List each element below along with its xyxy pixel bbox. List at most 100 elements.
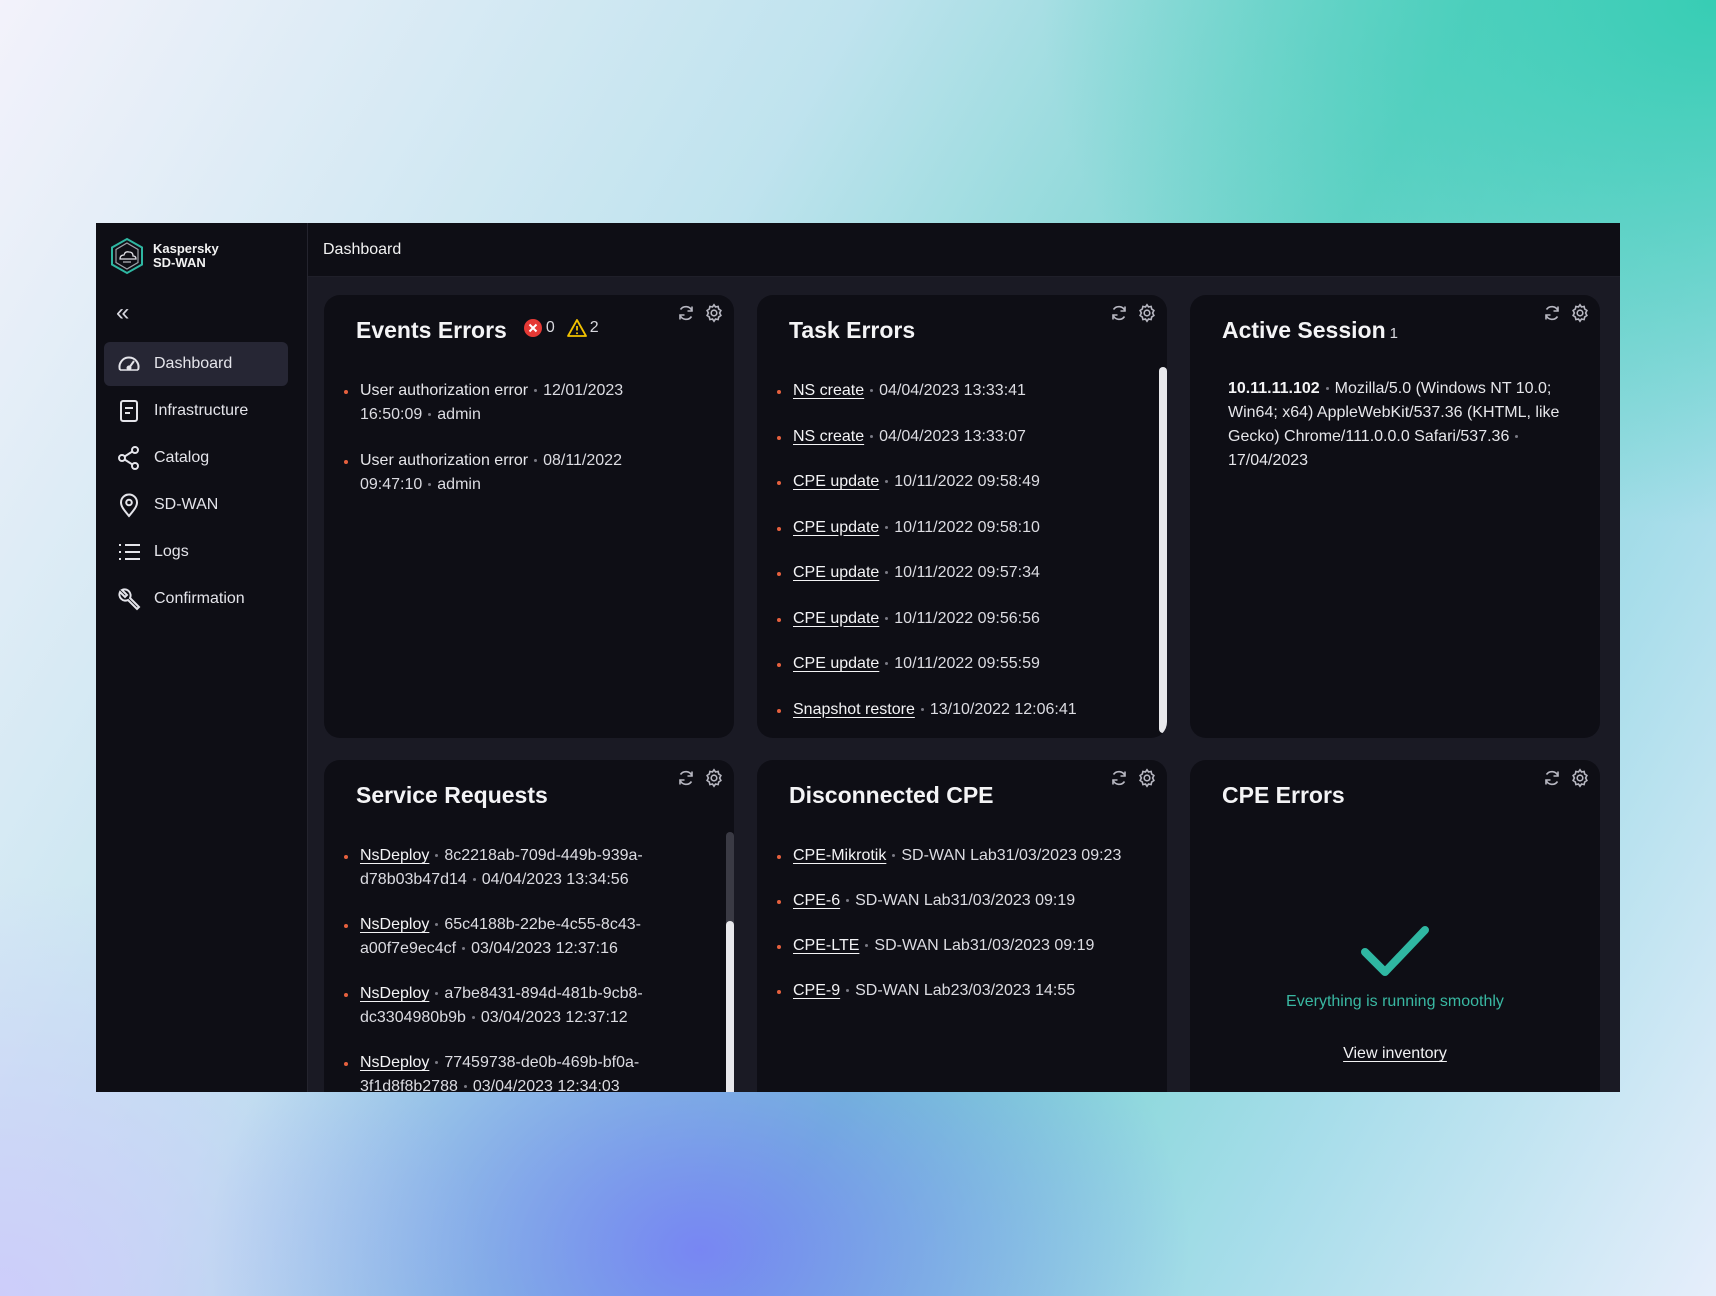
- session-count: 1: [1389, 325, 1398, 342]
- warning-count-badge[interactable]: 2: [566, 318, 599, 338]
- task-link[interactable]: CPE update: [793, 564, 879, 581]
- task-link[interactable]: CPE update: [793, 473, 879, 490]
- checkmark-icon: [1361, 926, 1429, 976]
- refresh-icon[interactable]: [676, 303, 696, 323]
- brand[interactable]: Kaspersky SD-WAN: [109, 237, 219, 275]
- nav-label: Confirmation: [154, 590, 245, 607]
- request-link[interactable]: NsDeploy: [360, 985, 429, 1002]
- nav-item-logs[interactable]: Logs: [104, 530, 288, 574]
- task-time: 04/04/2023 13:33:07: [879, 427, 1026, 445]
- gear-icon[interactable]: [1570, 303, 1590, 323]
- task-time: 10/11/2022 09:56:56: [894, 609, 1040, 627]
- list-item: CPE-9 SD-WAN Lab23/03/2023 14:55: [775, 979, 1147, 1003]
- nav-label: Infrastructure: [154, 402, 249, 419]
- task-link[interactable]: NS create: [793, 428, 864, 445]
- request-link[interactable]: NsDeploy: [360, 916, 429, 933]
- task-time: 10/11/2022 09:55:59: [894, 655, 1040, 672]
- list-icon: [119, 544, 140, 560]
- wrench-icon: [118, 588, 141, 611]
- gear-icon[interactable]: [704, 303, 724, 323]
- card-tools: [1109, 303, 1157, 323]
- request-id-tail: 3f1d8f8b2788: [360, 1078, 458, 1092]
- cpe-location: SD-WAN Lab: [855, 892, 951, 909]
- list-item[interactable]: User authorization error 12/01/2023 16:50…: [342, 379, 714, 427]
- list-item: CPE-Mikrotik SD-WAN Lab31/03/2023 09:23: [775, 844, 1147, 868]
- event-user: admin: [437, 406, 481, 423]
- refresh-icon[interactable]: [1109, 768, 1129, 788]
- cpe-time: 23/03/2023 14:55: [950, 982, 1076, 999]
- task-link[interactable]: Snapshot restore: [793, 701, 915, 718]
- gear-icon[interactable]: [1137, 768, 1157, 788]
- task-link[interactable]: CPE update: [793, 519, 879, 536]
- request-link[interactable]: NsDeploy: [360, 1054, 429, 1071]
- error-count-badge[interactable]: 0: [523, 318, 555, 338]
- request-id: 77459738-de0b-469b-bf0a-: [444, 1054, 640, 1071]
- gear-icon[interactable]: [1570, 768, 1590, 788]
- refresh-icon[interactable]: [1109, 303, 1129, 323]
- events-errors-card: Events Errors 0 2 User authorization err…: [324, 295, 734, 738]
- card-title: Events Errors: [356, 317, 507, 343]
- card-tools: [676, 768, 724, 788]
- task-link[interactable]: NS create: [793, 382, 864, 399]
- refresh-icon[interactable]: [1542, 768, 1562, 788]
- nav-item-sd-wan[interactable]: SD-WAN: [104, 483, 288, 527]
- service-requests-card: Service Requests NsDeploy 8c2218ab-709d-4…: [324, 760, 734, 1092]
- all-clear-state: Everything is running smoothly View inve…: [1190, 922, 1600, 1063]
- cpe-link[interactable]: CPE-9: [793, 982, 840, 999]
- card-title: Active Session: [1222, 317, 1386, 343]
- nav-item-catalog[interactable]: Catalog: [104, 436, 288, 480]
- request-id: 65c4188b-22be-4c55-8c43-: [444, 916, 641, 933]
- nav-item-dashboard[interactable]: Dashboard: [104, 342, 288, 386]
- list-item: NS create 04/04/2023 13:33:41: [775, 379, 1147, 403]
- list-item: CPE update 10/11/2022 09:58:10: [775, 516, 1147, 540]
- list-item[interactable]: User authorization error 08/11/2022 09:47…: [342, 449, 714, 497]
- active-session-card: Active Session 1 10.11.11.102 Mozilla/5.0…: [1190, 295, 1600, 738]
- request-id-tail: a00f7e9ec4cf: [360, 940, 457, 957]
- nav-item-infrastructure[interactable]: Infrastructure: [104, 389, 288, 433]
- nav-label: SD-WAN: [154, 496, 219, 513]
- sidebar: Kaspersky SD-WAN « Dashboard Infrastruct…: [96, 223, 308, 1092]
- session-ip: 10.11.11.102: [1228, 380, 1320, 397]
- task-link[interactable]: CPE update: [793, 655, 879, 672]
- view-inventory-link[interactable]: View inventory: [1343, 1045, 1447, 1063]
- nav-label: Logs: [154, 543, 189, 560]
- request-id-tail: d78b03b47d14: [360, 871, 467, 888]
- list-item: CPE update 10/11/2022 09:56:56: [775, 607, 1147, 631]
- request-link[interactable]: NsDeploy: [360, 847, 429, 864]
- card-tools: [1542, 768, 1590, 788]
- brand-name: Kaspersky: [153, 241, 219, 256]
- cpe-link[interactable]: CPE-Mikrotik: [793, 847, 886, 864]
- refresh-icon[interactable]: [1542, 303, 1562, 323]
- gear-icon[interactable]: [1137, 303, 1157, 323]
- nav-item-confirmation[interactable]: Confirmation: [104, 577, 288, 621]
- cpe-link[interactable]: CPE-LTE: [793, 937, 859, 954]
- card-title: CPE Errors: [1222, 782, 1345, 808]
- main-content: Dashboard Events Errors 0 2 User authori…: [308, 223, 1620, 1092]
- gear-icon[interactable]: [704, 768, 724, 788]
- kaspersky-logo-icon: [111, 237, 143, 275]
- cpe-location: SD-WAN Lab: [855, 982, 951, 999]
- request-time: 03/04/2023 12:37:12: [480, 1009, 628, 1026]
- card-tools: [1542, 303, 1590, 323]
- card-title: Service Requests: [356, 782, 548, 808]
- scrollbar[interactable]: [1159, 367, 1167, 733]
- task-time: 04/04/2023 13:33:41: [879, 382, 1026, 399]
- event-date: 08/11/2022: [543, 452, 622, 469]
- list-item: CPE-LTE SD-WAN Lab31/03/2023 09:19: [775, 934, 1147, 958]
- cpe-time: 31/03/2023 09:19: [969, 937, 1095, 954]
- cpe-link[interactable]: CPE-6: [793, 892, 840, 909]
- list-item: CPE update 10/11/2022 09:58:49: [775, 470, 1147, 494]
- event-name: User authorization error: [360, 452, 529, 469]
- card-title: Task Errors: [789, 317, 916, 343]
- request-id: 8c2218ab-709d-449b-939a-: [444, 847, 643, 864]
- warning-triangle-icon: [566, 319, 587, 337]
- request-id-tail: dc3304980b9b: [360, 1009, 466, 1026]
- session-details: 10.11.11.102 Mozilla/5.0 (Windows NT 10.0…: [1228, 377, 1570, 473]
- collapse-sidebar-icon[interactable]: «: [116, 301, 129, 325]
- refresh-icon[interactable]: [676, 768, 696, 788]
- status-text: Everything is running smoothly: [1286, 993, 1504, 1010]
- list-item: NsDeploy 8c2218ab-709d-449b-939a-d78b03b4…: [342, 844, 714, 892]
- task-errors-card: Task Errors NS create 04/04/2023 13:33:41…: [757, 295, 1167, 738]
- task-link[interactable]: CPE update: [793, 610, 879, 627]
- scrollbar[interactable]: [726, 921, 734, 1092]
